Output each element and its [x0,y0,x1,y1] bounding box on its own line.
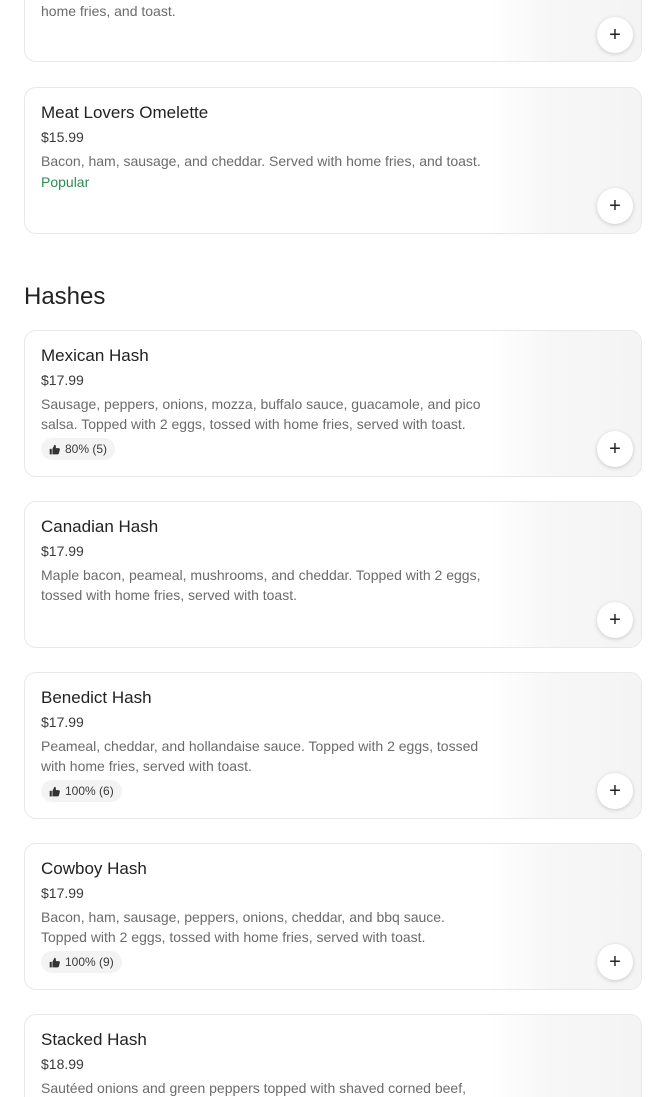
item-name: Benedict Hash [41,688,152,707]
item-image [489,1015,641,1097]
rating-badge: 100% (9) [41,951,122,973]
add-to-cart-button[interactable]: + [597,602,633,638]
menu-page: home fries, and toast. + Meat Lovers Ome… [0,0,664,1097]
menu-item-card[interactable]: home fries, and toast. + [24,0,642,62]
thumbs-up-icon [49,786,60,796]
plus-icon: + [609,951,621,973]
plus-icon: + [609,24,621,46]
plus-icon: + [609,438,621,460]
section-title: Hashes [24,283,106,310]
menu-item-card[interactable]: Canadian Hash $17.99 Maple bacon, peamea… [24,501,642,648]
item-description: home fries, and toast. [41,3,176,19]
rating-badge: 80% (5) [41,438,116,460]
menu-item-card[interactable]: Benedict Hash $17.99 Peameal, cheddar, a… [24,672,642,819]
item-name: Mexican Hash [41,346,149,365]
item-price: $17.99 [41,885,84,901]
item-price: $18.99 [41,1056,84,1072]
item-name: Meat Lovers Omelette [41,103,209,122]
rating-text: 100% (6) [65,784,114,798]
menu-item-card[interactable]: Stacked Hash $18.99 Sautéed onions and g… [24,1014,642,1097]
item-price: $15.99 [41,129,84,145]
add-to-cart-button[interactable]: + [597,17,633,53]
thumbs-up-icon [49,957,60,967]
item-name: Canadian Hash [41,517,159,536]
item-price: $17.99 [41,714,84,730]
menu-item-card[interactable]: Mexican Hash $17.99 Sausage, peppers, on… [24,330,642,477]
rating-text: 80% (5) [65,442,108,456]
menu-item-card[interactable]: Cowboy Hash $17.99 Bacon, ham, sausage, … [24,843,642,990]
item-price: $17.99 [41,543,84,559]
add-to-cart-button[interactable]: + [597,431,633,467]
item-description: Bacon, ham, sausage, and cheddar. Served… [41,153,481,169]
item-description: Peameal, cheddar, and hollandaise sauce.… [41,738,479,774]
plus-icon: + [609,195,621,217]
add-to-cart-button[interactable]: + [597,188,633,224]
thumbs-up-icon [49,444,60,454]
menu-item-card[interactable]: Meat Lovers Omelette $15.99 Bacon, ham, … [24,87,642,234]
add-to-cart-button[interactable]: + [597,944,633,980]
popular-badge: Popular [41,174,90,190]
rating-text: 100% (9) [65,955,114,969]
item-description: Sautéed onions and green peppers topped … [41,1080,466,1096]
plus-icon: + [609,780,621,802]
item-name: Stacked Hash [41,1030,147,1049]
item-price: $17.99 [41,372,84,388]
item-description: Sausage, peppers, onions, mozza, buffalo… [41,396,481,432]
item-description: Maple bacon, peameal, mushrooms, and che… [41,567,481,603]
item-description: Bacon, ham, sausage, peppers, onions, ch… [41,909,445,945]
plus-icon: + [609,609,621,631]
rating-badge: 100% (6) [41,780,122,802]
add-to-cart-button[interactable]: + [597,773,633,809]
item-name: Cowboy Hash [41,859,147,878]
